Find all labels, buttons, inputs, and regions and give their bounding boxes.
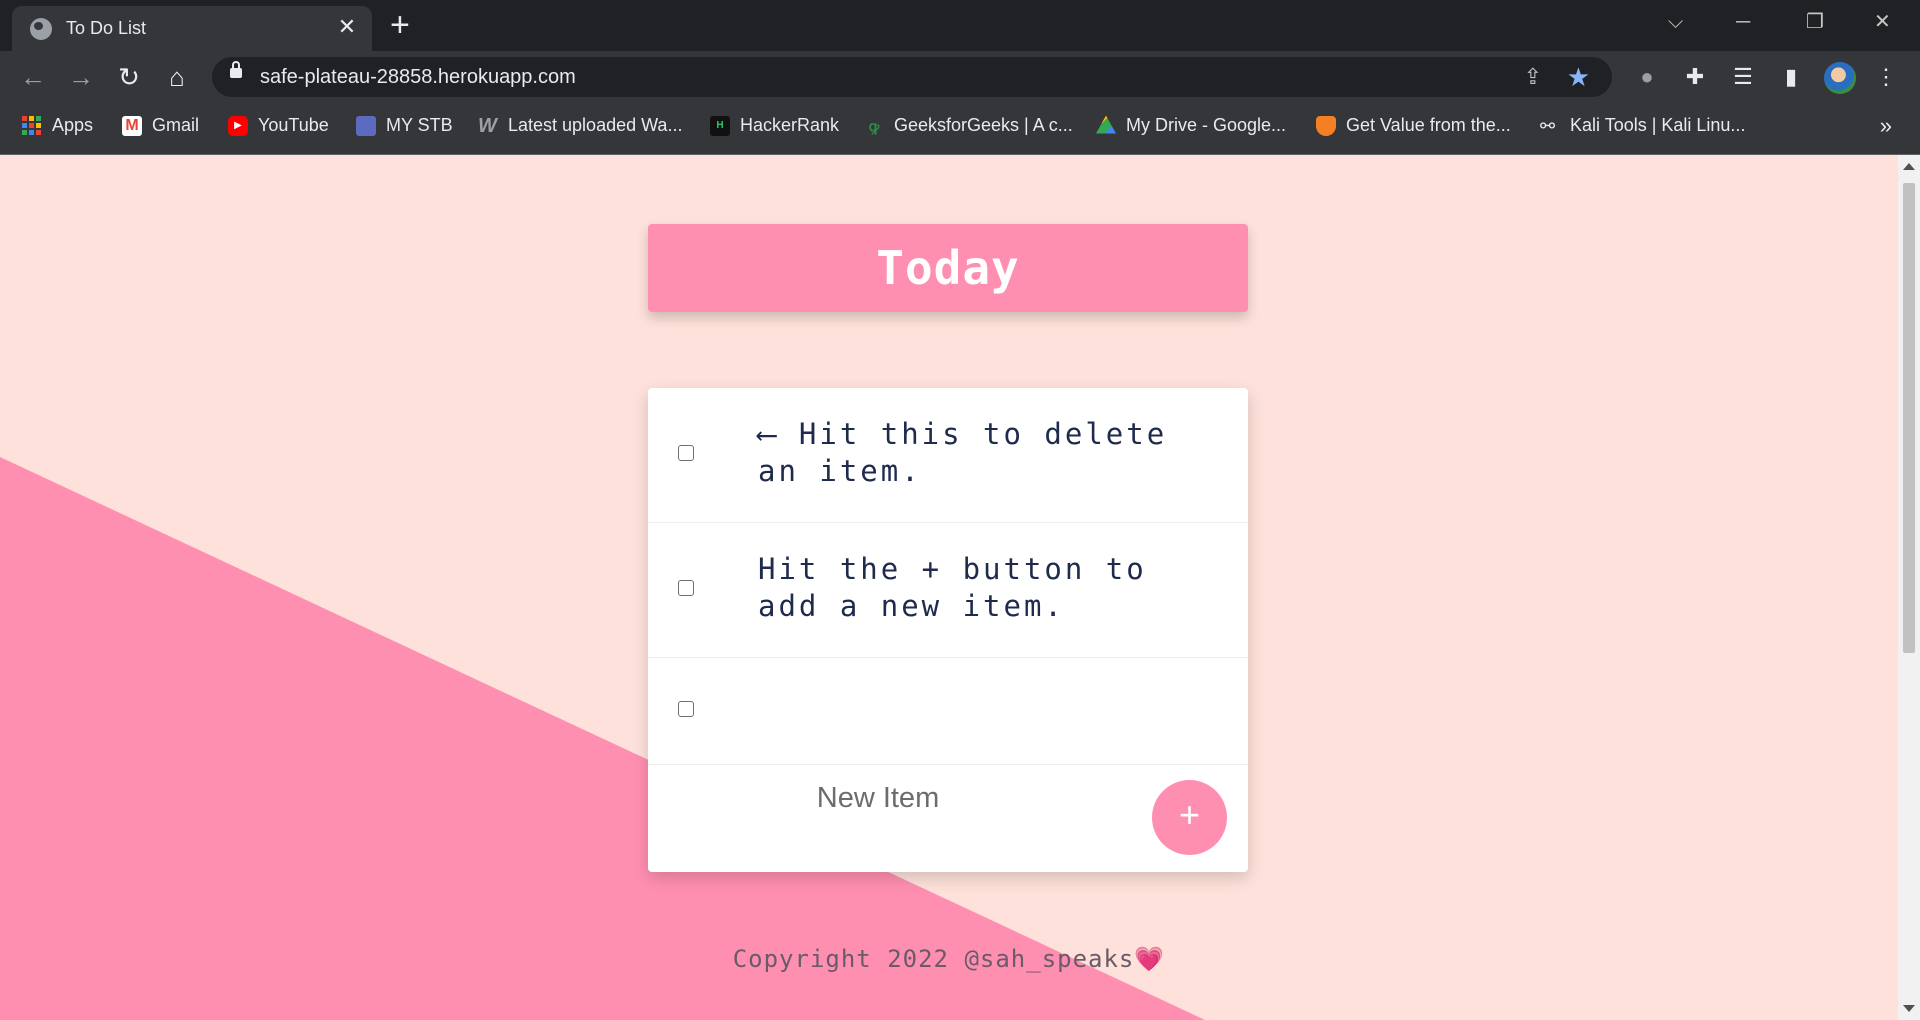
browser-tab-bar: To Do List ✕ + ⌵ ─ ❐ ✕ bbox=[0, 0, 1920, 51]
lock-icon[interactable] bbox=[230, 61, 242, 78]
scrollbar-thumb[interactable] bbox=[1903, 183, 1915, 653]
media-queue-icon[interactable]: ☰ bbox=[1729, 65, 1757, 89]
item-checkbox[interactable] bbox=[678, 701, 694, 717]
item-checkbox[interactable] bbox=[678, 445, 694, 461]
tab-search-chevron-icon[interactable]: ⌵ bbox=[1668, 8, 1683, 36]
minimize-icon[interactable]: ─ bbox=[1736, 8, 1750, 36]
list-item bbox=[648, 658, 1248, 765]
page-title: Today bbox=[876, 241, 1020, 295]
todo-list-card: ⟵ Hit this to delete an item. Hit the + … bbox=[648, 388, 1248, 872]
gmail-icon: M bbox=[122, 115, 142, 136]
list-item: ⟵ Hit this to delete an item. bbox=[648, 388, 1248, 523]
bookmarks-overflow-icon[interactable]: » bbox=[1880, 113, 1892, 139]
heading-box: Today bbox=[648, 224, 1248, 312]
kali-dragon-icon: ⚯ bbox=[1540, 115, 1556, 136]
list-item: Hit the + button to add a new item. bbox=[648, 523, 1248, 658]
browser-tab[interactable]: To Do List ✕ bbox=[12, 6, 372, 51]
bookmark-youtube[interactable]: ▶ YouTube bbox=[228, 115, 329, 136]
profile-avatar[interactable] bbox=[1824, 62, 1856, 94]
stackoverflow-icon bbox=[1316, 115, 1336, 136]
vertical-scrollbar[interactable] bbox=[1898, 155, 1920, 1020]
google-drive-icon bbox=[1096, 115, 1116, 134]
footer: Copyright 2022 @sah_speaks💗 bbox=[0, 945, 1898, 973]
gfg-icon: ꝙ bbox=[868, 117, 880, 134]
globe-icon bbox=[30, 18, 52, 40]
item-checkbox[interactable] bbox=[678, 580, 694, 596]
bookmark-kali-tools[interactable]: ⚯ Kali Tools | Kali Linu... bbox=[1540, 115, 1745, 136]
bookmark-geeksforgeeks[interactable]: ꝙ GeeksforGeeks | A c... bbox=[864, 115, 1073, 136]
forward-icon[interactable]: → bbox=[66, 63, 96, 91]
apps-grid-icon bbox=[22, 115, 42, 136]
bookmark-apps[interactable]: Apps bbox=[22, 115, 93, 136]
bookmark-my-drive[interactable]: My Drive - Google... bbox=[1096, 115, 1286, 136]
new-item-placeholder: New Item bbox=[816, 782, 940, 814]
bookmark-gmail[interactable]: M Gmail bbox=[122, 115, 199, 136]
window-close-icon[interactable]: ✕ bbox=[1874, 8, 1891, 36]
side-panel-icon[interactable]: ▮ bbox=[1777, 65, 1805, 89]
reload-icon[interactable]: ↻ bbox=[114, 63, 144, 91]
youtube-icon: ▶ bbox=[228, 115, 248, 136]
heart-icon: 💗 bbox=[1134, 945, 1166, 973]
hackerrank-icon: H bbox=[710, 115, 730, 136]
item-text: Hit the + button to add a new item. bbox=[758, 552, 1147, 623]
bookmark-star-icon[interactable]: ★ bbox=[1567, 62, 1590, 93]
share-icon[interactable]: ⇪ bbox=[1524, 64, 1542, 90]
copyright-text: Copyright 2022 @sah_speaks bbox=[732, 945, 1135, 973]
extension-icon[interactable]: ● bbox=[1633, 65, 1661, 89]
home-icon[interactable]: ⌂ bbox=[162, 63, 192, 91]
item-text: ⟵ Hit this to delete an item. bbox=[758, 417, 1168, 488]
add-item-button[interactable]: + bbox=[1152, 780, 1227, 855]
bookmark-my-stb[interactable]: MY STB bbox=[356, 115, 453, 136]
stb-icon bbox=[356, 115, 376, 136]
bookmark-hackerrank[interactable]: H HackerRank bbox=[710, 115, 839, 136]
new-tab-button[interactable]: + bbox=[390, 8, 410, 42]
menu-kebab-icon[interactable]: ⋮ bbox=[1872, 65, 1900, 89]
bookmark-get-value[interactable]: Get Value from the... bbox=[1316, 115, 1511, 136]
tab-title: To Do List bbox=[66, 18, 147, 38]
page-viewport: Today ⟵ Hit this to delete an item. Hit … bbox=[0, 155, 1898, 1020]
close-tab-icon[interactable]: ✕ bbox=[334, 14, 360, 40]
address-bar[interactable]: safe-plateau-28858.herokuapp.com ⇪ ★ bbox=[212, 57, 1612, 97]
new-item-input[interactable]: New Item bbox=[758, 778, 1058, 818]
restore-icon[interactable]: ❐ bbox=[1806, 8, 1824, 36]
url-text[interactable]: safe-plateau-28858.herokuapp.com bbox=[260, 66, 576, 89]
browser-toolbar: ← → ↻ ⌂ safe-plateau-28858.herokuapp.com… bbox=[0, 51, 1920, 103]
puzzle-extensions-icon[interactable]: ✚ bbox=[1681, 65, 1709, 89]
bookmark-latest-uploaded[interactable]: W Latest uploaded Wa... bbox=[478, 115, 682, 136]
w-logo-icon: W bbox=[478, 114, 497, 137]
bookmarks-bar: Apps M Gmail ▶ YouTube MY STB W Latest u… bbox=[0, 103, 1920, 155]
scroll-up-arrow-icon[interactable] bbox=[1903, 163, 1915, 170]
scroll-down-arrow-icon[interactable] bbox=[1903, 1005, 1915, 1012]
back-icon[interactable]: ← bbox=[18, 63, 48, 91]
